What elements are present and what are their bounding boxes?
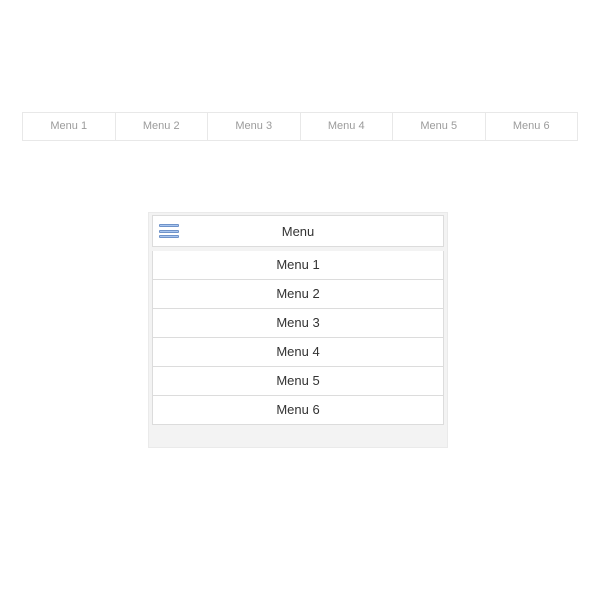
mobile-menu-item-3[interactable]: Menu 3 — [152, 309, 444, 338]
mobile-menu-title: Menu — [153, 224, 443, 239]
top-menu: Menu 1 Menu 2 Menu 3 Menu 4 Menu 5 Menu … — [22, 112, 578, 141]
top-menu-item-3[interactable]: Menu 3 — [208, 113, 301, 140]
top-menu-item-4[interactable]: Menu 4 — [301, 113, 394, 140]
top-menu-item-2[interactable]: Menu 2 — [116, 113, 209, 140]
mobile-menu-header: Menu — [152, 215, 444, 247]
mobile-menu-item-2[interactable]: Menu 2 — [152, 280, 444, 309]
top-menu-item-6[interactable]: Menu 6 — [486, 113, 578, 140]
mobile-menu-item-4[interactable]: Menu 4 — [152, 338, 444, 367]
mobile-menu-panel: Menu Menu 1 Menu 2 Menu 3 Menu 4 Menu 5 … — [148, 212, 448, 448]
hamburger-icon[interactable] — [159, 224, 179, 238]
mobile-menu-item-1[interactable]: Menu 1 — [152, 251, 444, 280]
mobile-menu-item-5[interactable]: Menu 5 — [152, 367, 444, 396]
top-menu-item-5[interactable]: Menu 5 — [393, 113, 486, 140]
top-menu-item-1[interactable]: Menu 1 — [23, 113, 116, 140]
mobile-menu-item-6[interactable]: Menu 6 — [152, 396, 444, 425]
